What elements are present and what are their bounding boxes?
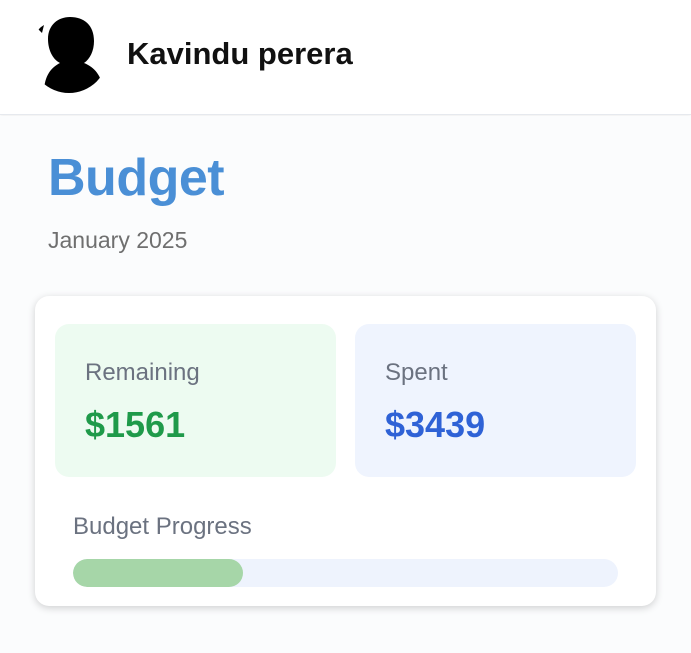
remaining-value: $1561 — [85, 404, 186, 445]
user-avatar[interactable] — [30, 15, 108, 93]
budget-period: January 2025 — [48, 227, 188, 253]
budget-progress-label: Budget Progress — [73, 513, 252, 540]
spent-value: $3439 — [385, 404, 486, 445]
user-name: Kavindu perera — [127, 36, 353, 71]
page-title: Budget — [48, 149, 225, 207]
app-header: Kavindu perera — [0, 0, 691, 115]
main-content: Budget January 2025 Remaining $1561 Spen… — [0, 116, 691, 653]
budget-progress-fill — [73, 559, 244, 587]
budget-progress-track — [73, 559, 618, 587]
spent-stat: Spent $3439 — [355, 324, 636, 477]
remaining-stat: Remaining $1561 — [55, 324, 336, 477]
spent-label: Spent — [385, 359, 448, 386]
remaining-label: Remaining — [85, 359, 200, 386]
budget-summary-card: Remaining $1561 Spent $3439 Budget Progr… — [35, 296, 656, 606]
user-avatar-icon — [30, 15, 108, 93]
